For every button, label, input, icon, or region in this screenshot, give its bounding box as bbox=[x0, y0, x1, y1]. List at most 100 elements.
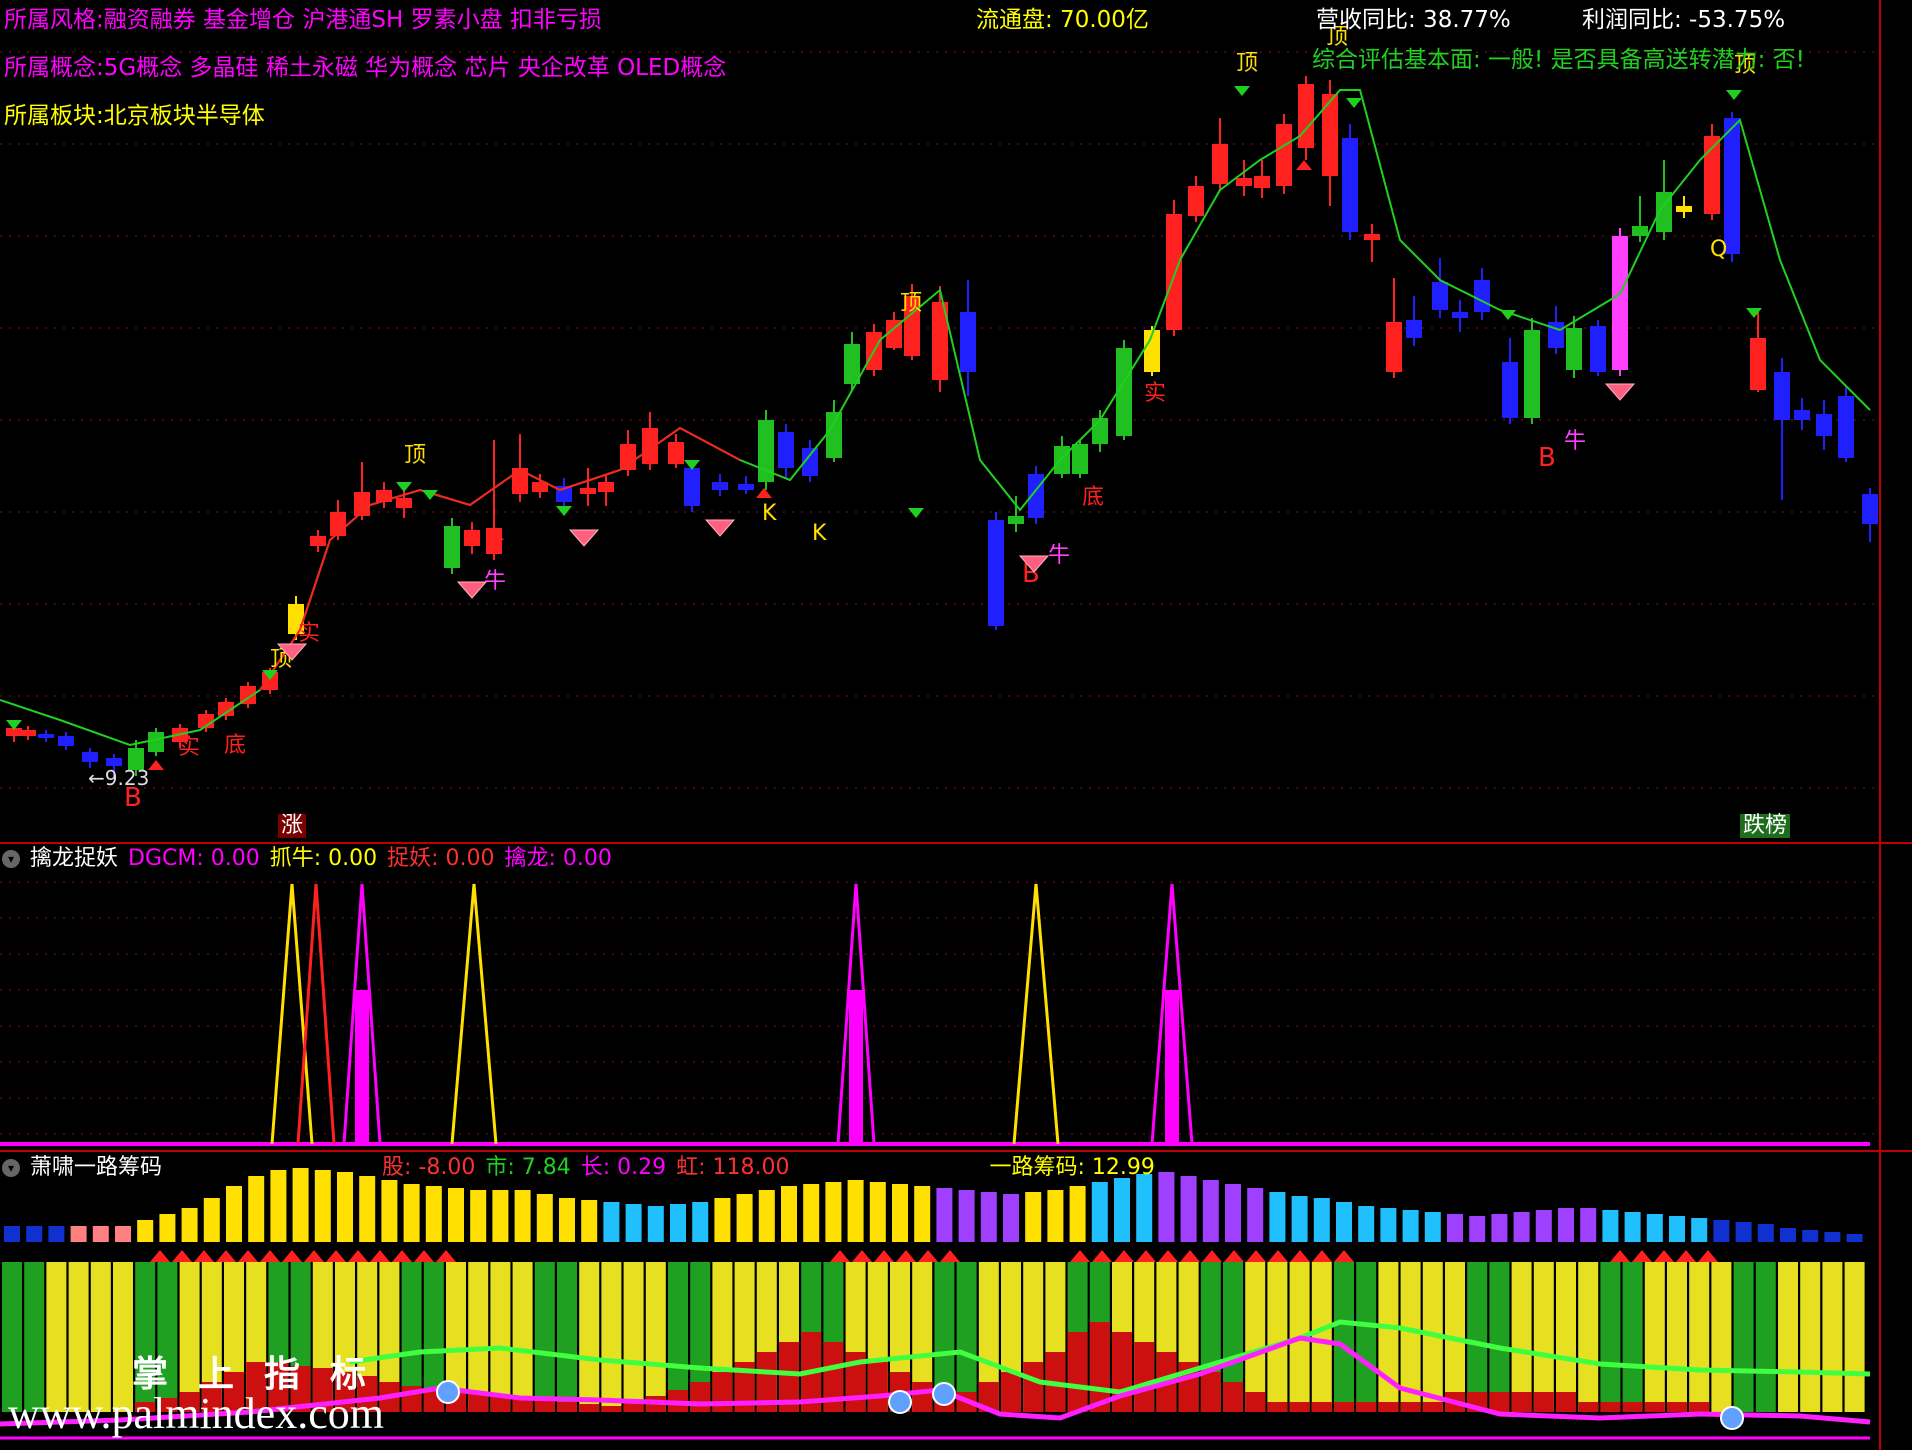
chip-signal-triangle bbox=[436, 1250, 456, 1262]
chip-top-bar bbox=[1713, 1220, 1730, 1242]
chip-top-bar bbox=[625, 1204, 642, 1242]
chip-top-bar bbox=[1513, 1212, 1530, 1242]
chip-area-bar bbox=[512, 1262, 533, 1412]
chip-red-bar bbox=[1223, 1382, 1243, 1412]
chip-top-bar bbox=[1824, 1232, 1841, 1242]
chip-red-bar bbox=[1600, 1402, 1621, 1412]
chip-top-bar bbox=[425, 1186, 442, 1242]
candle-body bbox=[1474, 280, 1490, 312]
moving-average-up-segment bbox=[259, 426, 741, 691]
panel-right-border bbox=[1879, 844, 1881, 1150]
candle-body bbox=[148, 732, 164, 752]
chip-red-bar bbox=[1689, 1402, 1710, 1412]
chip-signal-triangle bbox=[1136, 1250, 1156, 1262]
long-value: 长: 0.29 bbox=[580, 1155, 667, 1180]
down-arrow-icon bbox=[556, 506, 572, 516]
chip-top-bar bbox=[1757, 1224, 1774, 1242]
candle-body bbox=[310, 536, 326, 546]
chip-top-bar bbox=[26, 1226, 43, 1242]
chip-signal-triangle bbox=[918, 1250, 938, 1262]
diamond-icon bbox=[704, 519, 736, 537]
chip-area-bar bbox=[668, 1262, 688, 1412]
candle-body bbox=[712, 482, 728, 490]
indicator-title[interactable]: 擒龙捉妖 bbox=[30, 846, 118, 871]
candle-body bbox=[1452, 312, 1468, 318]
chip-top-bar bbox=[92, 1226, 109, 1242]
chip-red-bar bbox=[468, 1394, 489, 1412]
candle-body bbox=[1862, 494, 1878, 524]
candle-body bbox=[988, 520, 1004, 626]
chip-ball-icon bbox=[932, 1382, 956, 1406]
chip-top-bar bbox=[647, 1206, 664, 1242]
chip-top-bar bbox=[1114, 1178, 1130, 1242]
down-arrow-icon bbox=[396, 482, 412, 492]
chip-red-bar bbox=[867, 1362, 888, 1412]
chip-signal-triangle bbox=[414, 1250, 434, 1262]
profit-yoy: 利润同比: -53.75% bbox=[1582, 7, 1786, 33]
candle-body bbox=[1524, 330, 1540, 418]
chip-top-bar bbox=[337, 1172, 353, 1242]
chip-red-bar bbox=[1556, 1392, 1576, 1412]
chip-signal-triangle bbox=[282, 1250, 302, 1262]
chip-red-bar bbox=[579, 1404, 600, 1412]
down-arrow-icon bbox=[908, 508, 924, 518]
chips-value: 一路筹码: 12.99 bbox=[989, 1155, 1155, 1180]
chip-top-bar bbox=[1336, 1202, 1352, 1242]
chip-signal-triangle bbox=[238, 1250, 258, 1262]
chip-ball-icon bbox=[1720, 1406, 1744, 1430]
dgcm-value: DGCM: 0.00 bbox=[128, 846, 260, 871]
chip-red-bar bbox=[1334, 1402, 1354, 1412]
chip-top-bar bbox=[1291, 1196, 1308, 1242]
chip-top-bar bbox=[1669, 1216, 1685, 1242]
chip-area-bar bbox=[645, 1262, 666, 1412]
candle-body bbox=[1276, 124, 1292, 186]
collapse-icon[interactable]: ▾ bbox=[2, 1159, 20, 1177]
chip-top-bar bbox=[1358, 1206, 1375, 1242]
signal-bull: 牛 bbox=[1048, 543, 1070, 568]
chip-top-bar bbox=[1424, 1212, 1441, 1242]
chip-top-bar bbox=[1780, 1228, 1796, 1242]
chip-top-bar bbox=[1402, 1210, 1419, 1242]
chip-red-bar bbox=[912, 1382, 933, 1412]
chip-top-bar bbox=[470, 1190, 487, 1242]
chip-top-bar bbox=[803, 1184, 820, 1242]
chip-top-bar bbox=[1535, 1210, 1552, 1242]
chip-top-bar bbox=[603, 1202, 620, 1242]
signal-bull: 牛 bbox=[1564, 429, 1586, 454]
candle-body bbox=[486, 528, 502, 554]
candle-body bbox=[1092, 418, 1108, 444]
up-arrow-icon bbox=[756, 488, 772, 498]
chip-top-bar bbox=[559, 1198, 575, 1242]
chip-area-bar bbox=[623, 1262, 644, 1412]
kline-panel[interactable]: 顶顶顶顶顶顶底底BBB牛牛牛实实实KKQ 所属风格:融资融券 基金增仓 沪港通S… bbox=[0, 0, 1912, 842]
diamond-icon bbox=[568, 529, 600, 547]
collapse-icon[interactable]: ▾ bbox=[2, 850, 20, 868]
signal-q: Q bbox=[1710, 237, 1727, 262]
sector-line: 所属板块:北京板块半导体 bbox=[4, 103, 265, 129]
chip-red-bar bbox=[1511, 1392, 1532, 1412]
signal-k: K bbox=[762, 501, 777, 526]
spike-bar bbox=[355, 990, 369, 1144]
chip-top-bar bbox=[1136, 1174, 1153, 1242]
chip-top-bar bbox=[1047, 1190, 1064, 1242]
spike bbox=[450, 883, 498, 1145]
chip-top-bar bbox=[1846, 1234, 1863, 1242]
candle-body bbox=[20, 730, 36, 736]
chip-area-bar bbox=[1778, 1262, 1798, 1412]
revenue-yoy: 营收同比: 38.77% bbox=[1316, 7, 1511, 33]
indicator-panel-dragon[interactable]: ▾ 擒龙捉妖 DGCM: 0.00 抓牛: 0.00 捉妖: 0.00 擒龙: 0.00 bbox=[0, 842, 1912, 1150]
chip-signal-triangle bbox=[348, 1250, 368, 1262]
chip-top-bar bbox=[958, 1190, 975, 1242]
chip-red-bar bbox=[534, 1400, 555, 1412]
chip-top-bar bbox=[1602, 1210, 1619, 1242]
chip-area-bar bbox=[1511, 1262, 1532, 1412]
candle-body bbox=[1364, 234, 1380, 240]
chip-area-bar bbox=[601, 1262, 622, 1412]
kline-chart[interactable]: 顶顶顶顶顶顶底底BBB牛牛牛实实实KKQ bbox=[0, 0, 1912, 842]
chip-area-bar bbox=[1334, 1262, 1354, 1412]
chip-red-bar bbox=[1378, 1402, 1399, 1412]
chip-area-bar bbox=[1311, 1262, 1332, 1412]
chip-top-bar bbox=[1491, 1214, 1508, 1242]
chip-top-bar bbox=[1691, 1218, 1708, 1242]
indicator-title[interactable]: 萧啸一路筹码 bbox=[30, 1155, 162, 1180]
